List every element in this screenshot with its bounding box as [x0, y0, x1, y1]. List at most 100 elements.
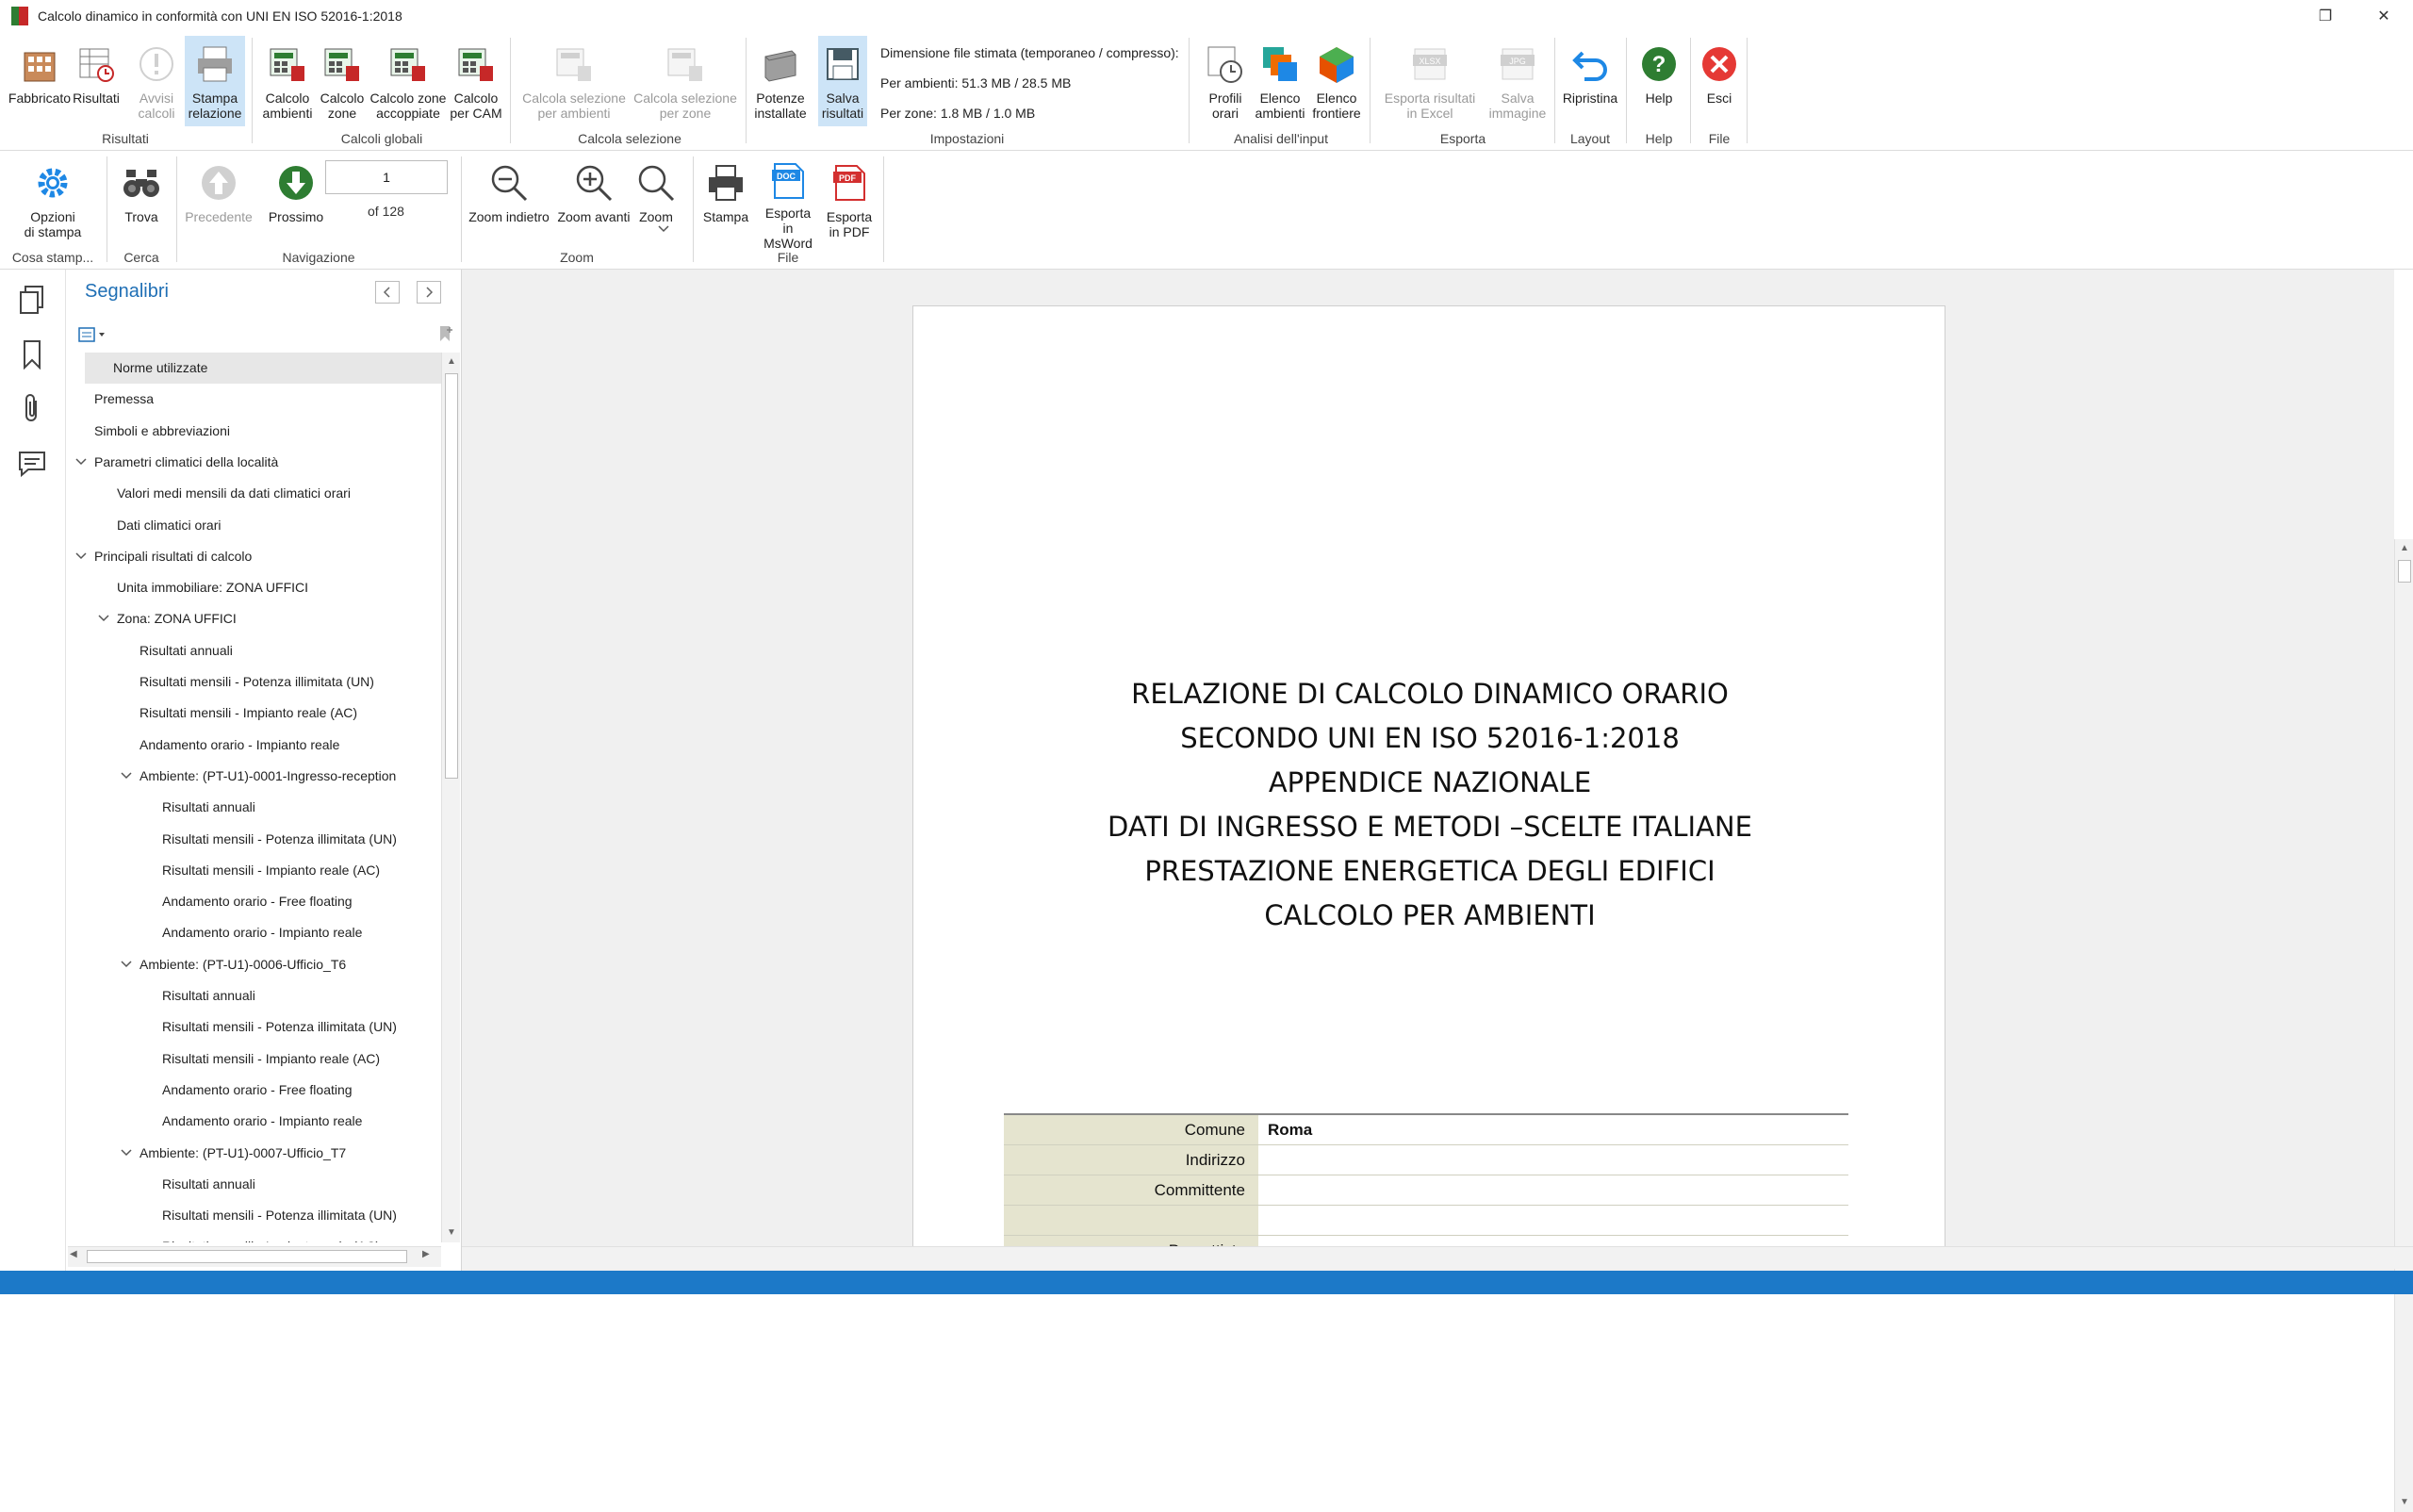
- bookmark-item[interactable]: Risultati mensili - Impianto reale (AC): [66, 1231, 439, 1242]
- salva-immagine-button[interactable]: JPG Salva immagine: [1489, 36, 1546, 126]
- bookmark-item[interactable]: Premessa: [66, 384, 439, 415]
- bookmark-item[interactable]: Risultati annuali: [66, 1169, 439, 1200]
- bookmark-item[interactable]: Risultati mensili - Potenza illimitata (…: [66, 1200, 439, 1231]
- precedente-button[interactable]: Precedente: [177, 155, 260, 245]
- bookmark-options-button[interactable]: [77, 324, 109, 345]
- bookmark-label: Andamento orario - Impianto reale: [162, 1113, 363, 1129]
- chevron-down-icon[interactable]: [658, 224, 669, 236]
- bookmark-item[interactable]: Risultati annuali: [66, 635, 439, 666]
- bookmark-item[interactable]: Andamento orario - Impianto reale: [66, 1106, 439, 1137]
- attachment-icon[interactable]: [15, 392, 49, 426]
- document-viewer[interactable]: RELAZIONE DI CALCOLO DINAMICO ORARIO SECO…: [462, 270, 2413, 1512]
- bookmark-item[interactable]: Andamento orario - Free floating: [66, 1075, 439, 1106]
- trova-button[interactable]: Trova: [115, 155, 168, 245]
- profili-orari-button[interactable]: Profili orari: [1199, 36, 1252, 126]
- calcolo-per-cam-button[interactable]: Calcolo per CAM: [449, 36, 503, 126]
- bookmark-item[interactable]: Risultati mensili - Potenza illimitata (…: [66, 1011, 439, 1043]
- chevron-down-icon[interactable]: [74, 541, 89, 572]
- collapse-panel-button[interactable]: [375, 281, 400, 304]
- ribbon-group-file: Stampa DOC Esporta in MsWord PDF Esporta in …: [694, 151, 882, 269]
- ribbon-group-label: Impostazioni: [929, 131, 1005, 146]
- bookmark-item[interactable]: Unita immobiliare: ZONA UFFICI: [66, 572, 439, 603]
- filesize-info: Dimensione file stimata (temporaneo / co…: [880, 38, 1179, 128]
- bookmark-item[interactable]: Valori medi mensili da dati climatici or…: [66, 478, 439, 509]
- bookmark-item[interactable]: Zona: ZONA UFFICI: [66, 603, 439, 634]
- ribbon-group-help: ? Help Help: [1629, 32, 1689, 150]
- chevron-down-icon[interactable]: [119, 761, 134, 792]
- elenco-ambienti-button[interactable]: Elenco ambienti: [1252, 36, 1308, 126]
- chevron-down-icon[interactable]: [119, 1138, 134, 1169]
- opzioni-di-stampa-button[interactable]: Opzioni di stampa: [8, 155, 98, 245]
- button-label: Opzioni di stampa: [24, 209, 82, 239]
- ribbon-group-label: Help: [1645, 131, 1673, 146]
- prossimo-button[interactable]: Prossimo: [258, 155, 334, 245]
- pages-icon[interactable]: [15, 283, 49, 317]
- chevron-down-icon[interactable]: [96, 603, 111, 634]
- help-button[interactable]: ? Help: [1634, 36, 1683, 126]
- fabbricato-button[interactable]: Fabbricato: [6, 36, 74, 126]
- ripristina-button[interactable]: Ripristina: [1561, 36, 1619, 126]
- page-number-input[interactable]: 1: [325, 160, 448, 194]
- bookmark-item[interactable]: Andamento orario - Impianto reale: [66, 730, 439, 761]
- stampa-relazione-button[interactable]: Stampa relazione: [185, 36, 245, 126]
- esporta-risultati-in-excel-button[interactable]: XLSX Esporta risultati in Excel: [1378, 36, 1482, 126]
- esci-button[interactable]: Esci: [1697, 36, 1742, 126]
- button-label: Prossimo: [268, 209, 324, 224]
- bookmark-item[interactable]: Andamento orario - Free floating: [66, 886, 439, 917]
- bookmarks-vscrollbar[interactable]: ▲ ▼: [441, 353, 460, 1242]
- chevron-down-icon[interactable]: [119, 949, 134, 980]
- comment-icon[interactable]: [15, 447, 49, 481]
- salva-risultati-button[interactable]: Salva risultati: [818, 36, 867, 126]
- table-value: [1258, 1206, 1848, 1235]
- elenco-frontiere-button[interactable]: Elenco frontiere: [1308, 36, 1365, 126]
- avvisi-calcoli-button[interactable]: Avvisi calcoli: [130, 36, 183, 126]
- bookmark-item[interactable]: Risultati mensili - Impianto reale (AC): [66, 855, 439, 886]
- bookmark-item[interactable]: Parametri climatici della località: [66, 447, 439, 478]
- button-label: Calcolo zone accoppiate: [369, 90, 447, 121]
- bookmark-item[interactable]: Risultati mensili - Potenza illimitata (…: [66, 824, 439, 855]
- calcola-selezione-per-ambienti-button[interactable]: Calcola selezione per ambienti: [520, 36, 628, 126]
- bookmark-label: Ambiente: (PT-U1)-0007-Ufficio_T7: [140, 1144, 347, 1160]
- bookmark-item[interactable]: Risultati annuali: [66, 792, 439, 823]
- bookmark-icon[interactable]: [15, 337, 49, 371]
- zoom-button[interactable]: Zoom: [630, 155, 682, 245]
- risultati-button[interactable]: Risultati: [68, 36, 124, 126]
- potenze-installate-button[interactable]: Potenze installate: [750, 36, 811, 126]
- ribbon-main: Fabbricato Risultati Avvisi calcoli Stampa …: [0, 32, 2413, 151]
- close-window-button[interactable]: ✕: [2355, 0, 2413, 32]
- page-count: of 128: [368, 204, 404, 219]
- esporta-in-pdf-button[interactable]: PDF Esporta in PDF: [820, 155, 878, 245]
- calcolo-ambienti-button[interactable]: Calcolo ambienti: [258, 36, 317, 126]
- expand-panel-button[interactable]: [417, 281, 441, 304]
- calcolo-zone-accoppiate-button[interactable]: Calcolo zone accoppiate: [368, 36, 449, 126]
- esporta-in-msword-button[interactable]: DOC Esporta in MsWord: [758, 155, 818, 251]
- bookmark-item[interactable]: Andamento orario - Impianto reale: [66, 917, 439, 948]
- button-label: Zoom: [639, 209, 673, 224]
- document-vscrollbar[interactable]: ▲ ▼: [2394, 539, 2413, 1512]
- restore-button[interactable]: ❐: [2296, 0, 2355, 32]
- document-hscrollbar[interactable]: [462, 1246, 2413, 1269]
- bookmark-item[interactable]: Principali risultati di calcolo: [66, 541, 439, 572]
- zoom-avanti-button[interactable]: Zoom avanti: [556, 155, 632, 245]
- bookmark-item[interactable]: Risultati mensili - Potenza illimitata (…: [66, 666, 439, 698]
- bookmark-item[interactable]: Simboli e abbreviazioni: [66, 416, 439, 447]
- bookmark-item[interactable]: Risultati mensili - Impianto reale (AC): [66, 1044, 439, 1075]
- bookmarks-hscrollbar[interactable]: ◀ ▶: [68, 1246, 441, 1267]
- button-label: Elenco ambienti: [1255, 90, 1305, 121]
- add-bookmark-icon[interactable]: [437, 324, 454, 348]
- calcolo-zone-button[interactable]: Calcolo zone: [317, 36, 368, 126]
- bookmark-item[interactable]: Risultati annuali: [66, 980, 439, 1011]
- bookmark-item[interactable]: Risultati mensili - Impianto reale (AC): [66, 698, 439, 729]
- bookmark-item[interactable]: Dati climatici orari: [66, 510, 439, 541]
- bookmark-item[interactable]: Ambiente: (PT-U1)-0001-Ingresso-receptio…: [66, 761, 439, 792]
- chevron-down-icon[interactable]: [74, 447, 89, 478]
- bookmarks-title: Segnalibri: [85, 281, 169, 302]
- bookmark-item[interactable]: Ambiente: (PT-U1)-0006-Ufficio_T6: [66, 949, 439, 980]
- boundaries-list-icon: [1314, 41, 1359, 87]
- zoom-indietro-button[interactable]: Zoom indietro: [466, 155, 552, 245]
- calcola-selezione-per-zone-button[interactable]: Calcola selezione per zone: [632, 36, 739, 126]
- bookmark-item[interactable]: Ambiente: (PT-U1)-0007-Ufficio_T7: [66, 1138, 439, 1169]
- doc-icon: DOC: [765, 160, 811, 202]
- stampa-button[interactable]: Stampa: [698, 155, 754, 245]
- bookmark-item[interactable]: Norme utilizzate: [85, 353, 443, 384]
